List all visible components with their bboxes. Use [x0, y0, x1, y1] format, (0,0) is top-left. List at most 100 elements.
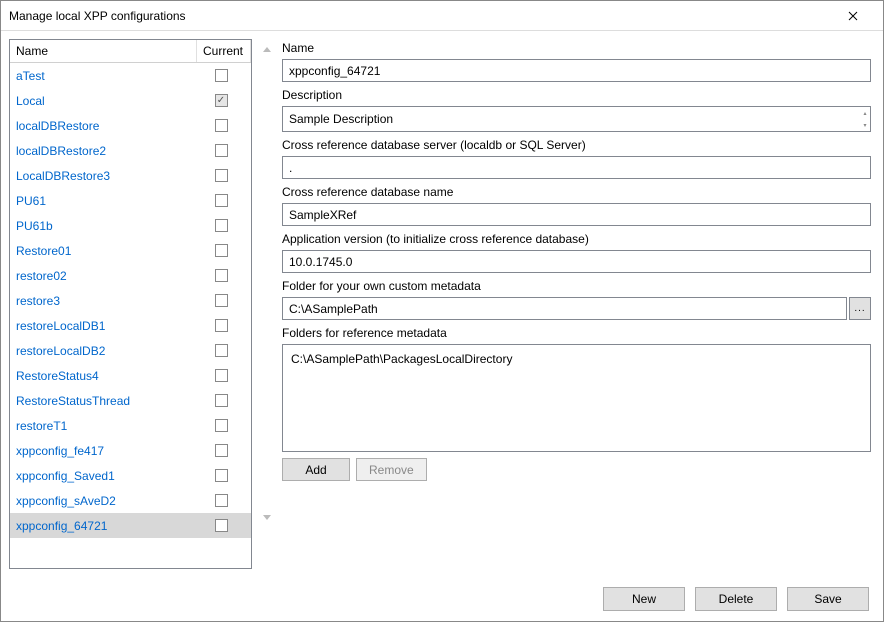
config-name: restoreLocalDB2	[16, 344, 197, 358]
config-name: restoreLocalDB1	[16, 319, 197, 333]
current-checkbox[interactable]	[215, 419, 228, 432]
window-title: Manage local XPP configurations	[9, 9, 830, 23]
current-cell	[197, 319, 245, 332]
config-row[interactable]: xppconfig_Saved1	[10, 463, 251, 488]
xref-db-label: Cross reference database name	[282, 185, 871, 199]
current-cell	[197, 219, 245, 232]
config-row[interactable]: localDBRestore	[10, 113, 251, 138]
current-checkbox[interactable]	[215, 344, 228, 357]
config-name: xppconfig_Saved1	[16, 469, 197, 483]
current-checkbox[interactable]	[215, 244, 228, 257]
xref-server-input[interactable]	[282, 156, 871, 179]
current-cell	[197, 269, 245, 282]
config-name: localDBRestore	[16, 119, 197, 133]
current-checkbox[interactable]	[215, 444, 228, 457]
current-cell	[197, 419, 245, 432]
config-row[interactable]: xppconfig_sAveD2	[10, 488, 251, 513]
config-row[interactable]: restoreT1	[10, 413, 251, 438]
config-row[interactable]: restore3	[10, 288, 251, 313]
current-cell	[197, 394, 245, 407]
name-label: Name	[282, 41, 871, 55]
config-list-header: Name Current	[10, 40, 251, 63]
current-cell	[197, 169, 245, 182]
new-button[interactable]: New	[603, 587, 685, 611]
current-cell	[197, 444, 245, 457]
header-name[interactable]: Name	[10, 40, 197, 62]
config-name: restore3	[16, 294, 197, 308]
config-list-panel: Name Current aTest Local localDBRestore loc…	[9, 39, 252, 569]
config-name: PU61	[16, 194, 197, 208]
description-input[interactable]	[282, 106, 871, 132]
description-spinner[interactable]: ▴▾	[860, 107, 870, 131]
xref-server-label: Cross reference database server (localdb…	[282, 138, 871, 152]
current-cell	[197, 69, 245, 82]
current-checkbox[interactable]	[215, 494, 228, 507]
current-cell	[197, 244, 245, 257]
config-list-body[interactable]: aTest Local localDBRestore localDBRestore2L…	[10, 63, 251, 568]
current-checkbox[interactable]	[215, 519, 228, 532]
current-checkbox[interactable]	[215, 319, 228, 332]
description-label: Description	[282, 88, 871, 102]
config-row[interactable]: LocalDBRestore3	[10, 163, 251, 188]
current-checkbox[interactable]	[215, 294, 228, 307]
config-name: restoreT1	[16, 419, 197, 433]
config-name: restore02	[16, 269, 197, 283]
current-checkbox[interactable]	[215, 369, 228, 382]
config-row[interactable]: RestoreStatus4	[10, 363, 251, 388]
xref-db-input[interactable]	[282, 203, 871, 226]
config-row[interactable]: Restore01	[10, 238, 251, 263]
remove-button[interactable]: Remove	[356, 458, 427, 481]
config-row[interactable]: restoreLocalDB2	[10, 338, 251, 363]
config-row[interactable]: aTest	[10, 63, 251, 88]
header-current[interactable]: Current	[197, 40, 251, 62]
current-cell	[197, 469, 245, 482]
config-row[interactable]: Local	[10, 88, 251, 113]
splitter[interactable]	[260, 39, 274, 569]
config-name: xppconfig_fe417	[16, 444, 197, 458]
config-row[interactable]: RestoreStatusThread	[10, 388, 251, 413]
save-button[interactable]: Save	[787, 587, 869, 611]
custom-meta-input[interactable]	[282, 297, 847, 320]
current-cell	[197, 519, 245, 532]
splitter-collapse-down-icon	[263, 515, 269, 521]
config-row[interactable]: restoreLocalDB1	[10, 313, 251, 338]
browse-button[interactable]: ...	[849, 297, 871, 320]
app-version-label: Application version (to initialize cross…	[282, 232, 871, 246]
current-checkbox[interactable]	[215, 94, 228, 107]
config-row[interactable]: PU61	[10, 188, 251, 213]
dialog-footer: New Delete Save	[1, 577, 883, 621]
name-input[interactable]	[282, 59, 871, 82]
config-name: RestoreStatusThread	[16, 394, 197, 408]
config-name: RestoreStatus4	[16, 369, 197, 383]
config-name: Restore01	[16, 244, 197, 258]
config-name: xppconfig_sAveD2	[16, 494, 197, 508]
add-button[interactable]: Add	[282, 458, 350, 481]
current-checkbox[interactable]	[215, 394, 228, 407]
current-checkbox[interactable]	[215, 269, 228, 282]
config-name: aTest	[16, 69, 197, 83]
delete-button[interactable]: Delete	[695, 587, 777, 611]
config-row[interactable]: xppconfig_64721	[10, 513, 251, 538]
current-checkbox[interactable]	[215, 69, 228, 82]
dialog-body: Name Current aTest Local localDBRestore loc…	[1, 31, 883, 577]
current-checkbox[interactable]	[215, 194, 228, 207]
app-version-input[interactable]	[282, 250, 871, 273]
current-checkbox[interactable]	[215, 144, 228, 157]
splitter-collapse-up-icon	[263, 47, 269, 53]
current-checkbox[interactable]	[215, 219, 228, 232]
config-row[interactable]: PU61b	[10, 213, 251, 238]
current-checkbox[interactable]	[215, 169, 228, 182]
current-cell	[197, 194, 245, 207]
config-row[interactable]: restore02	[10, 263, 251, 288]
custom-meta-label: Folder for your own custom metadata	[282, 279, 871, 293]
config-name: xppconfig_64721	[16, 519, 197, 533]
config-row[interactable]: xppconfig_fe417	[10, 438, 251, 463]
current-checkbox[interactable]	[215, 469, 228, 482]
ref-meta-item[interactable]: C:\ASamplePath\PackagesLocalDirectory	[291, 351, 862, 367]
current-cell	[197, 94, 245, 107]
config-row[interactable]: localDBRestore2	[10, 138, 251, 163]
config-name: PU61b	[16, 219, 197, 233]
ref-meta-listbox[interactable]: C:\ASamplePath\PackagesLocalDirectory	[282, 344, 871, 452]
close-button[interactable]	[830, 2, 875, 30]
current-checkbox[interactable]	[215, 119, 228, 132]
